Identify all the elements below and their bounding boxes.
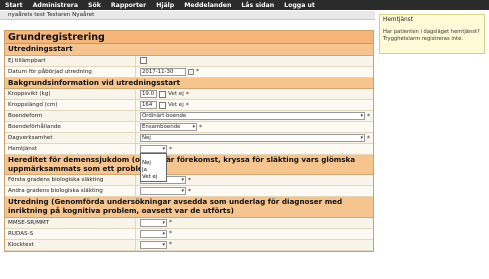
label-forsta-grad: Första gradens biologiska släkting [5, 175, 136, 186]
row-klocktest: Klocktest ▾ * [5, 239, 373, 251]
andra-grad-select[interactable]: ▾ [140, 187, 186, 196]
kroppsvikt-vet-ej-checkbox[interactable] [159, 90, 166, 98]
required-marker: * [367, 112, 370, 120]
label-hemtjanst: Hemtjänst [5, 144, 136, 155]
chevron-down-icon: ▾ [192, 124, 195, 131]
row-boendeforhallande: Boendeförhållande Ensamboende ▾ * [5, 122, 373, 134]
registration-form: Grundregistrering Utredningsstart Ej til… [4, 30, 374, 252]
chevron-down-icon: ▾ [181, 177, 184, 184]
row-forsta-grad: Första gradens biologiska släkting ▾ * [5, 175, 373, 187]
menu-rapporter[interactable]: Rapporter [106, 2, 151, 9]
label-andra-grad: Andra gradens biologiska släkting [5, 186, 136, 197]
kroppsvikt-vet-ej-label: Vet ej [168, 91, 184, 98]
menu-las-sidan[interactable]: Lås sidan [236, 2, 279, 9]
boendeform-select[interactable]: Ordinärt boende ▾ [140, 112, 365, 121]
kroppsvikt-input[interactable]: 19.0 [140, 90, 157, 99]
menu-sok[interactable]: Sök [83, 2, 106, 9]
chevron-down-icon: ▾ [360, 113, 363, 120]
required-marker: * [169, 145, 172, 153]
hemtjanst-option-ja[interactable]: Ja [141, 167, 166, 174]
boendeforhallande-select[interactable]: Ensamboende ▾ [140, 123, 197, 132]
required-marker: * [188, 176, 191, 184]
required-marker: * [169, 230, 172, 238]
dagverksamhet-select[interactable]: Nej ▾ [140, 134, 365, 143]
row-kroppsvikt: Kroppsvikt (kg) 19.0 Vet ej * [5, 89, 373, 101]
chevron-down-icon: ▾ [162, 146, 165, 153]
klocktest-select[interactable]: ▾ [140, 240, 167, 249]
hemtjanst-select[interactable]: ▾ [140, 145, 167, 154]
row-ej-tillampbart: Ej tillämpbart [5, 55, 373, 67]
row-dagverksamhet: Dagverksamhet Nej ▾ * [5, 133, 373, 145]
chevron-down-icon: ▾ [162, 219, 165, 226]
label-klocktest: Klocktest [5, 239, 136, 250]
label-mmse: MMSE-SR/MMT [5, 217, 136, 228]
menu-meddelanden[interactable]: Meddelanden [179, 2, 236, 9]
datum-input[interactable]: 2017-11-30 [140, 67, 186, 76]
form-title: Grundregistrering [5, 31, 373, 44]
calendar-icon[interactable] [188, 68, 194, 75]
main-menu-bar: Start Administrera Sök Rapporter Hjälp M… [0, 0, 489, 10]
chevron-down-icon: ▾ [181, 188, 184, 195]
required-marker: * [169, 219, 172, 227]
menu-administrera[interactable]: Administrera [28, 2, 83, 9]
required-marker: * [367, 134, 370, 142]
chevron-down-icon: ▾ [360, 135, 363, 142]
required-marker: * [169, 241, 172, 249]
section-utredning: Utredning (Genomförda undersökningar avs… [5, 197, 373, 218]
hemtjanst-option-nej[interactable]: Nej [141, 160, 166, 167]
label-kroppslangd: Kroppslängd (cm) [5, 100, 136, 111]
kroppslangd-vet-ej-label: Vet ej [168, 102, 184, 109]
patient-bar: nyaårets test Testaren Nyaåret [0, 11, 375, 20]
row-hemtjanst: Hemtjänst ▾ * Nej Ja Vet ej [5, 144, 373, 183]
section-utredningsstart: Utredningsstart [5, 44, 373, 56]
infobox-title: Hemtjänst [383, 17, 413, 23]
label-boendeform: Boendeform [5, 111, 136, 122]
kroppslangd-vet-ej-checkbox[interactable] [159, 101, 166, 109]
dagverksamhet-value: Nej [142, 135, 151, 142]
required-marker: * [188, 187, 191, 195]
hemtjanst-dropdown-list: Nej Ja Vet ej [140, 153, 167, 183]
required-marker: * [199, 123, 202, 131]
boendeforhallande-value: Ensamboende [142, 124, 181, 131]
section-bakgrund: Bakgrundsinformation vid utredningsstart [5, 77, 373, 90]
row-rudas: RUDAS-S ▾ * [5, 228, 373, 240]
section-hereditet: Hereditet för demenssjukdom (om det är f… [5, 155, 373, 176]
required-marker: * [185, 90, 189, 98]
menu-hjalp[interactable]: Hjälp [151, 2, 179, 9]
row-kroppslangd: Kroppslängd (cm) 164 Vet ej * [5, 100, 373, 112]
required-marker: * [185, 101, 189, 109]
required-marker: * [196, 68, 199, 76]
mmse-select[interactable]: ▾ [140, 218, 167, 227]
rudas-select[interactable]: ▾ [140, 229, 167, 238]
boendeform-value: Ordinärt boende [142, 113, 187, 120]
row-andra-grad: Andra gradens biologiska släkting ▾ * [5, 186, 373, 198]
label-boendeforhallande: Boendeförhållande [5, 122, 136, 133]
label-dagverksamhet: Dagverksamhet [5, 133, 136, 144]
label-rudas: RUDAS-S [5, 228, 136, 239]
label-ej-tillampbart: Ej tillämpbart [5, 55, 136, 66]
label-kroppsvikt: Kroppsvikt (kg) [5, 89, 136, 100]
row-boendeform: Boendeform Ordinärt boende ▾ * [5, 111, 373, 123]
chevron-down-icon: ▾ [162, 230, 165, 237]
kroppslangd-input[interactable]: 164 [140, 101, 157, 110]
hemtjanst-option-vet-ej[interactable]: Vet ej [141, 174, 166, 181]
help-infobox: Hemtjänst Har patienten i dagsläget hemt… [379, 14, 485, 54]
menu-start[interactable]: Start [0, 2, 28, 9]
chevron-down-icon: ▾ [162, 241, 165, 248]
row-mmse: MMSE-SR/MMT ▾ * [5, 217, 373, 229]
row-datum: Datum för påbörjad utredning 2017-11-30 … [5, 66, 373, 78]
menu-logga-ut[interactable]: Logga ut [279, 2, 320, 9]
infobox-text: Har patienten i dagsläget hemtjänst? Try… [383, 29, 480, 42]
label-datum: Datum för påbörjad utredning [5, 66, 136, 77]
ej-tillampbart-checkbox[interactable] [140, 57, 147, 65]
